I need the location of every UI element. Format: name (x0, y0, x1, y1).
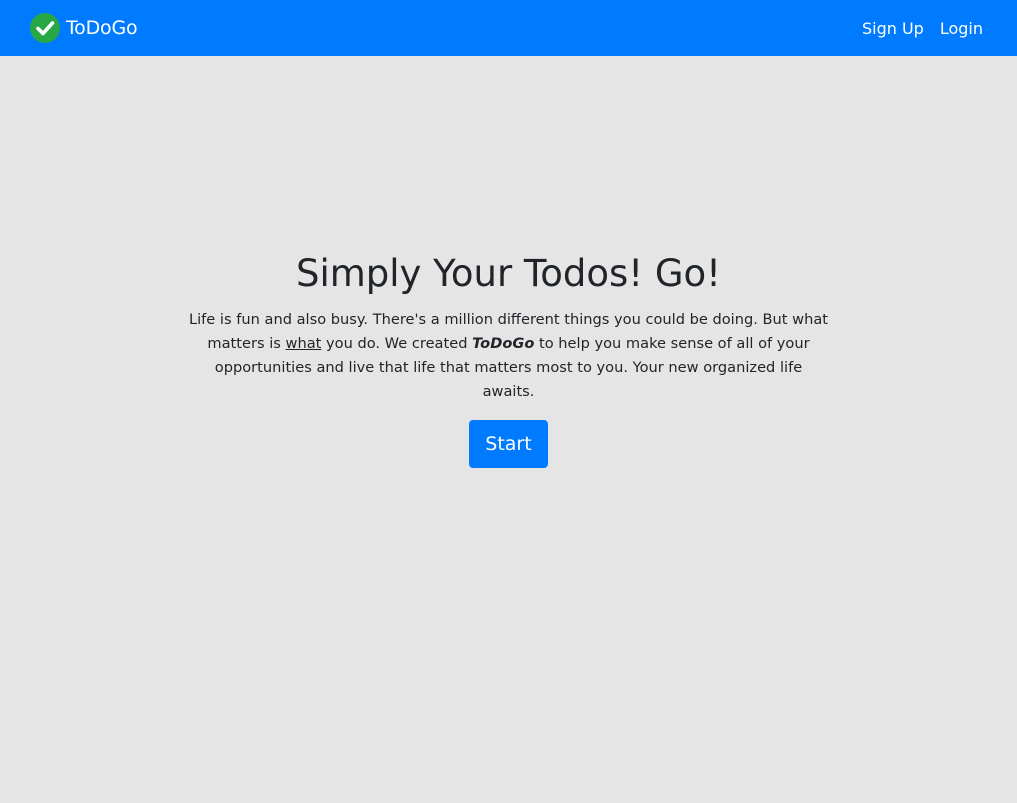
hero-text-part2: you do. We created (321, 335, 473, 352)
page-title: Simply Your Todos! Go! (295, 252, 722, 295)
login-link[interactable]: Login (940, 19, 983, 38)
nav-links: Sign Up Login (846, 19, 983, 38)
signup-link[interactable]: Sign Up (862, 19, 924, 38)
check-circle-icon (30, 13, 60, 43)
brand-link[interactable]: ToDoGo (30, 13, 138, 43)
brand-name: ToDoGo (66, 17, 138, 39)
navbar: ToDoGo Sign Up Login (0, 0, 1017, 56)
hero-description: Life is fun and also busy. There's a mil… (189, 308, 829, 404)
start-button[interactable]: Start (469, 420, 548, 468)
hero-text-emphasis: what (285, 335, 322, 352)
hero-text-brand: ToDoGo (472, 335, 535, 352)
hero-section: Simply Your Todos! Go! Life is fun and a… (0, 250, 1017, 468)
